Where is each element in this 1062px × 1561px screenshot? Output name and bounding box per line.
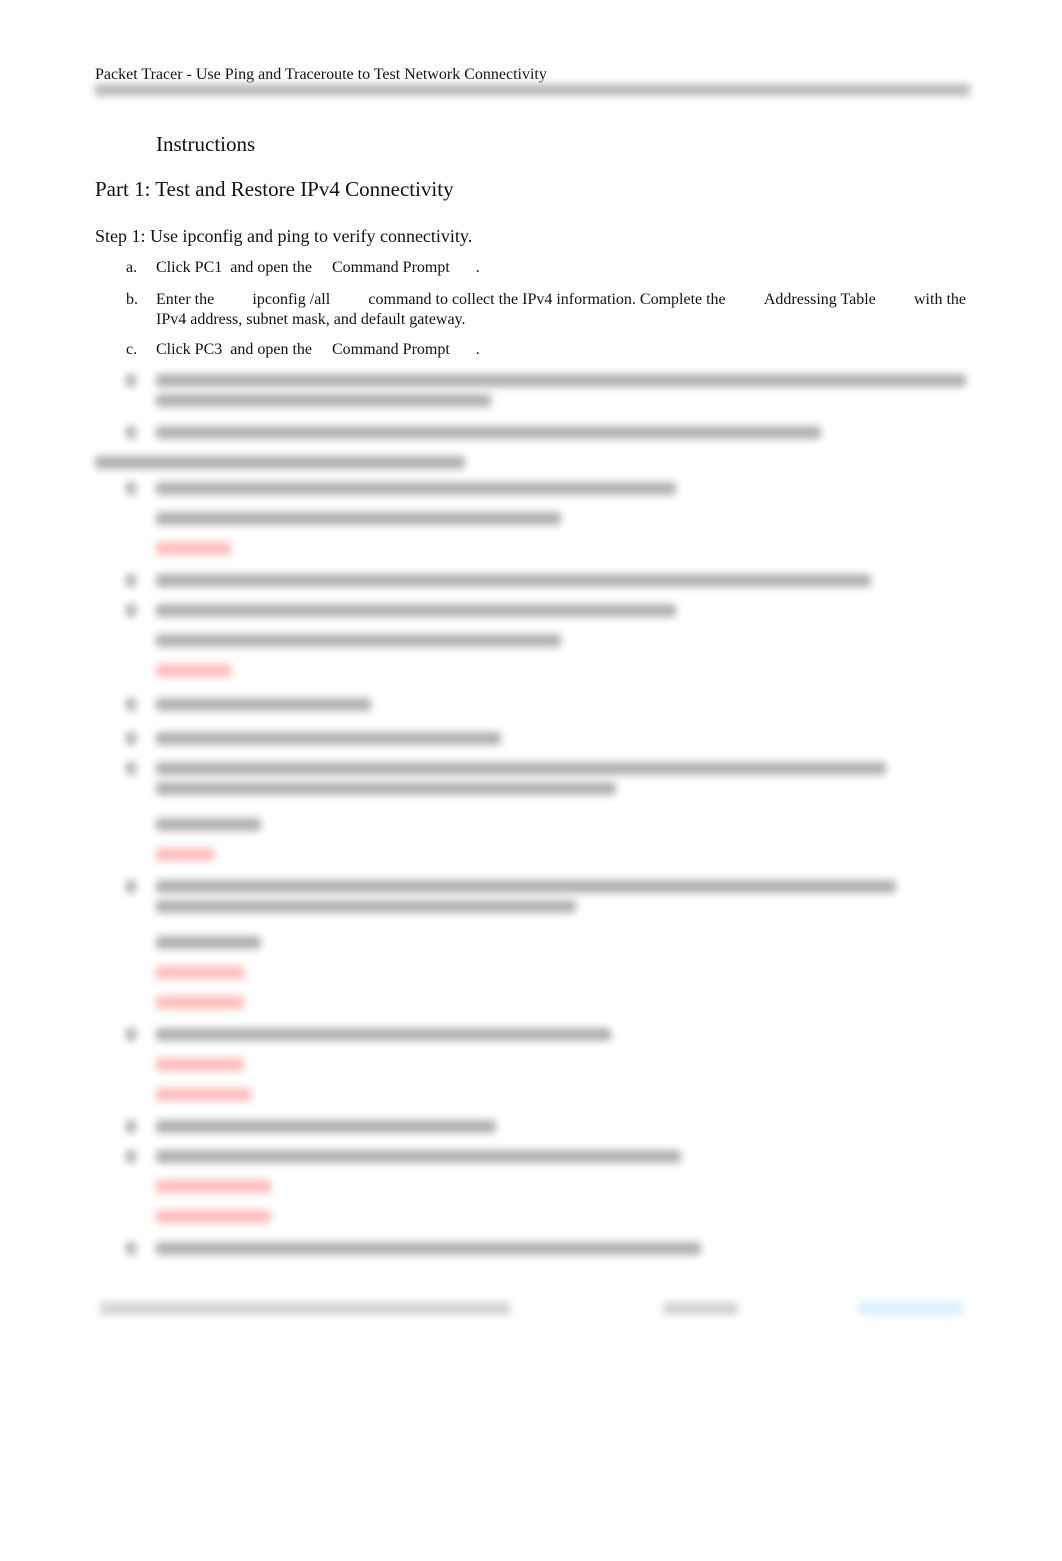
blurred-line bbox=[156, 818, 261, 831]
blurred-line bbox=[156, 1120, 496, 1133]
text: command to collect the IPv4 information.… bbox=[368, 291, 726, 308]
ui-term: Addressing Table bbox=[763, 291, 876, 308]
list-letter: b. bbox=[126, 291, 138, 308]
blurred-line bbox=[126, 762, 136, 775]
blurred-line bbox=[156, 634, 561, 647]
section-heading: Instructions bbox=[156, 132, 256, 156]
ui-term: Command Prompt bbox=[332, 259, 450, 276]
blurred-footer-copyright bbox=[100, 1302, 510, 1315]
text: . bbox=[475, 259, 480, 276]
blurred-line bbox=[95, 456, 465, 469]
blurred-line bbox=[126, 574, 136, 587]
list-body: Click PC1 and open the Command Prompt . bbox=[156, 258, 968, 278]
blurred-line bbox=[126, 482, 136, 495]
page-header: Packet Tracer - Use Ping and Traceroute … bbox=[95, 66, 547, 83]
command-term: ipconfig /all bbox=[252, 291, 331, 308]
text: Enter the bbox=[156, 291, 215, 308]
blurred-answer bbox=[156, 664, 231, 677]
blurred-answer bbox=[156, 966, 244, 979]
step-title: Step 1: Use ipconfig and ping to verify … bbox=[95, 226, 473, 246]
text: and open the bbox=[230, 341, 312, 358]
text: IPv4 address, subnet mask, and default g… bbox=[156, 311, 466, 328]
list-body: Enter the ipconfig /all command to colle… bbox=[156, 290, 968, 330]
text: . bbox=[475, 341, 480, 358]
blurred-line bbox=[156, 936, 261, 949]
blurred-answer bbox=[156, 1088, 251, 1101]
blurred-answer bbox=[156, 996, 244, 1009]
blurred-line bbox=[126, 1150, 136, 1163]
blurred-footer-page-number bbox=[663, 1302, 738, 1315]
ui-term: Command Prompt bbox=[332, 341, 450, 358]
text: Click bbox=[156, 259, 191, 276]
blurred-line bbox=[156, 900, 576, 913]
list-body: Click PC3 and open the Command Prompt . bbox=[156, 340, 968, 360]
blurred-line bbox=[126, 604, 136, 617]
blurred-line bbox=[156, 782, 616, 795]
blurred-footer-link bbox=[858, 1302, 963, 1315]
part-title: Part 1: Test and Restore IPv4 Connectivi… bbox=[95, 177, 454, 201]
blurred-line bbox=[126, 374, 136, 387]
blurred-preview-region bbox=[0, 360, 1062, 1340]
blurred-line bbox=[156, 574, 871, 587]
text: and open the bbox=[230, 259, 312, 276]
blurred-line bbox=[156, 762, 886, 775]
list-letter: a. bbox=[126, 259, 138, 276]
device-name: PC3 bbox=[194, 341, 223, 358]
blurred-line bbox=[156, 426, 821, 439]
blurred-line bbox=[126, 698, 136, 711]
blurred-line bbox=[156, 374, 966, 387]
blurred-line bbox=[156, 394, 491, 407]
blurred-line bbox=[126, 880, 136, 893]
blurred-line bbox=[156, 1242, 701, 1255]
blurred-answer bbox=[156, 542, 231, 555]
blurred-line bbox=[156, 698, 371, 711]
blurred-line bbox=[156, 732, 501, 745]
text: with the bbox=[914, 291, 966, 308]
header-rule bbox=[95, 84, 970, 96]
blurred-line bbox=[156, 512, 561, 525]
blurred-line bbox=[126, 1028, 136, 1041]
device-name: PC1 bbox=[194, 259, 223, 276]
blurred-answer bbox=[156, 1058, 244, 1071]
blurred-line bbox=[126, 732, 136, 745]
list-item-b: b. Enter the ipconfig /all command to co… bbox=[126, 290, 971, 332]
blurred-line bbox=[156, 1028, 611, 1041]
blurred-answer bbox=[156, 1210, 271, 1223]
text: Click bbox=[156, 341, 191, 358]
list-letter: c. bbox=[126, 341, 138, 358]
blurred-answer bbox=[156, 848, 214, 861]
blurred-answer bbox=[156, 1180, 271, 1193]
blurred-line bbox=[126, 1120, 136, 1133]
blurred-line bbox=[156, 482, 676, 495]
blurred-line bbox=[156, 880, 896, 893]
blurred-line bbox=[126, 1242, 136, 1255]
blurred-line bbox=[156, 604, 676, 617]
blurred-line bbox=[126, 426, 136, 439]
blurred-line bbox=[156, 1150, 681, 1163]
